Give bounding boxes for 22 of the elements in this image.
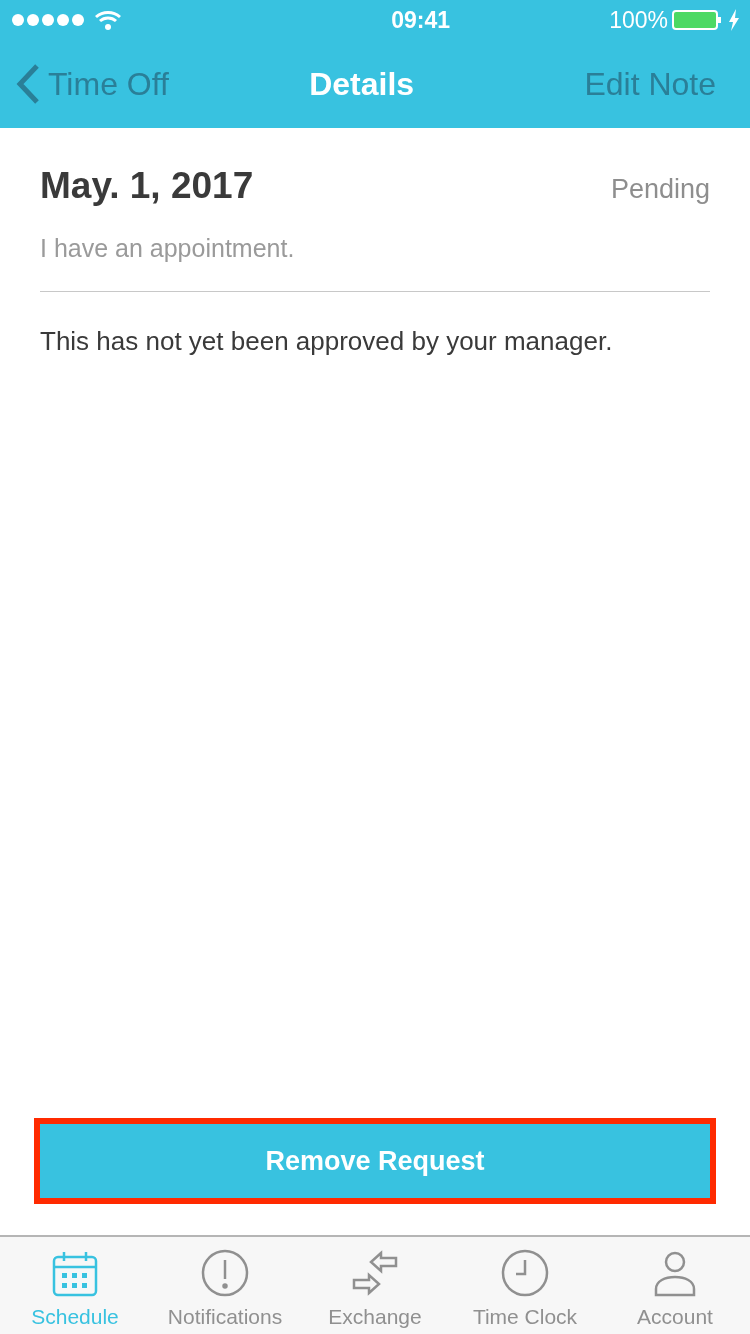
signal-icon <box>10 9 122 31</box>
tab-button[interactable]: Notifications <box>150 1237 300 1334</box>
tab-button[interactable]: Schedule <box>0 1237 150 1334</box>
tab-button[interactable]: Account <box>600 1237 750 1334</box>
request-note: I have an appointment. <box>40 232 296 264</box>
battery-percent: 100% <box>609 5 668 35</box>
approval-message: This has not yet been approved by your manager. <box>40 325 614 358</box>
status-label: Pending <box>610 173 710 206</box>
back-button[interactable]: Time Off <box>16 60 169 108</box>
battery-icon <box>672 9 724 31</box>
status-time: 09:41 <box>391 5 450 35</box>
edit-note-button[interactable]: Edit Note <box>584 60 716 108</box>
clock-icon <box>501 1249 549 1297</box>
tab-button[interactable]: Exchange <box>300 1237 450 1334</box>
tab-button[interactable]: Time Clock <box>450 1237 600 1334</box>
alert-icon <box>201 1249 249 1297</box>
page-title: Details <box>309 65 415 104</box>
back-icon <box>16 63 40 105</box>
request-date: May. 1, 2017 <box>40 164 254 208</box>
charging-icon <box>728 9 740 31</box>
calendar-icon <box>51 1249 99 1297</box>
exchange-arrows-icon <box>351 1249 399 1297</box>
